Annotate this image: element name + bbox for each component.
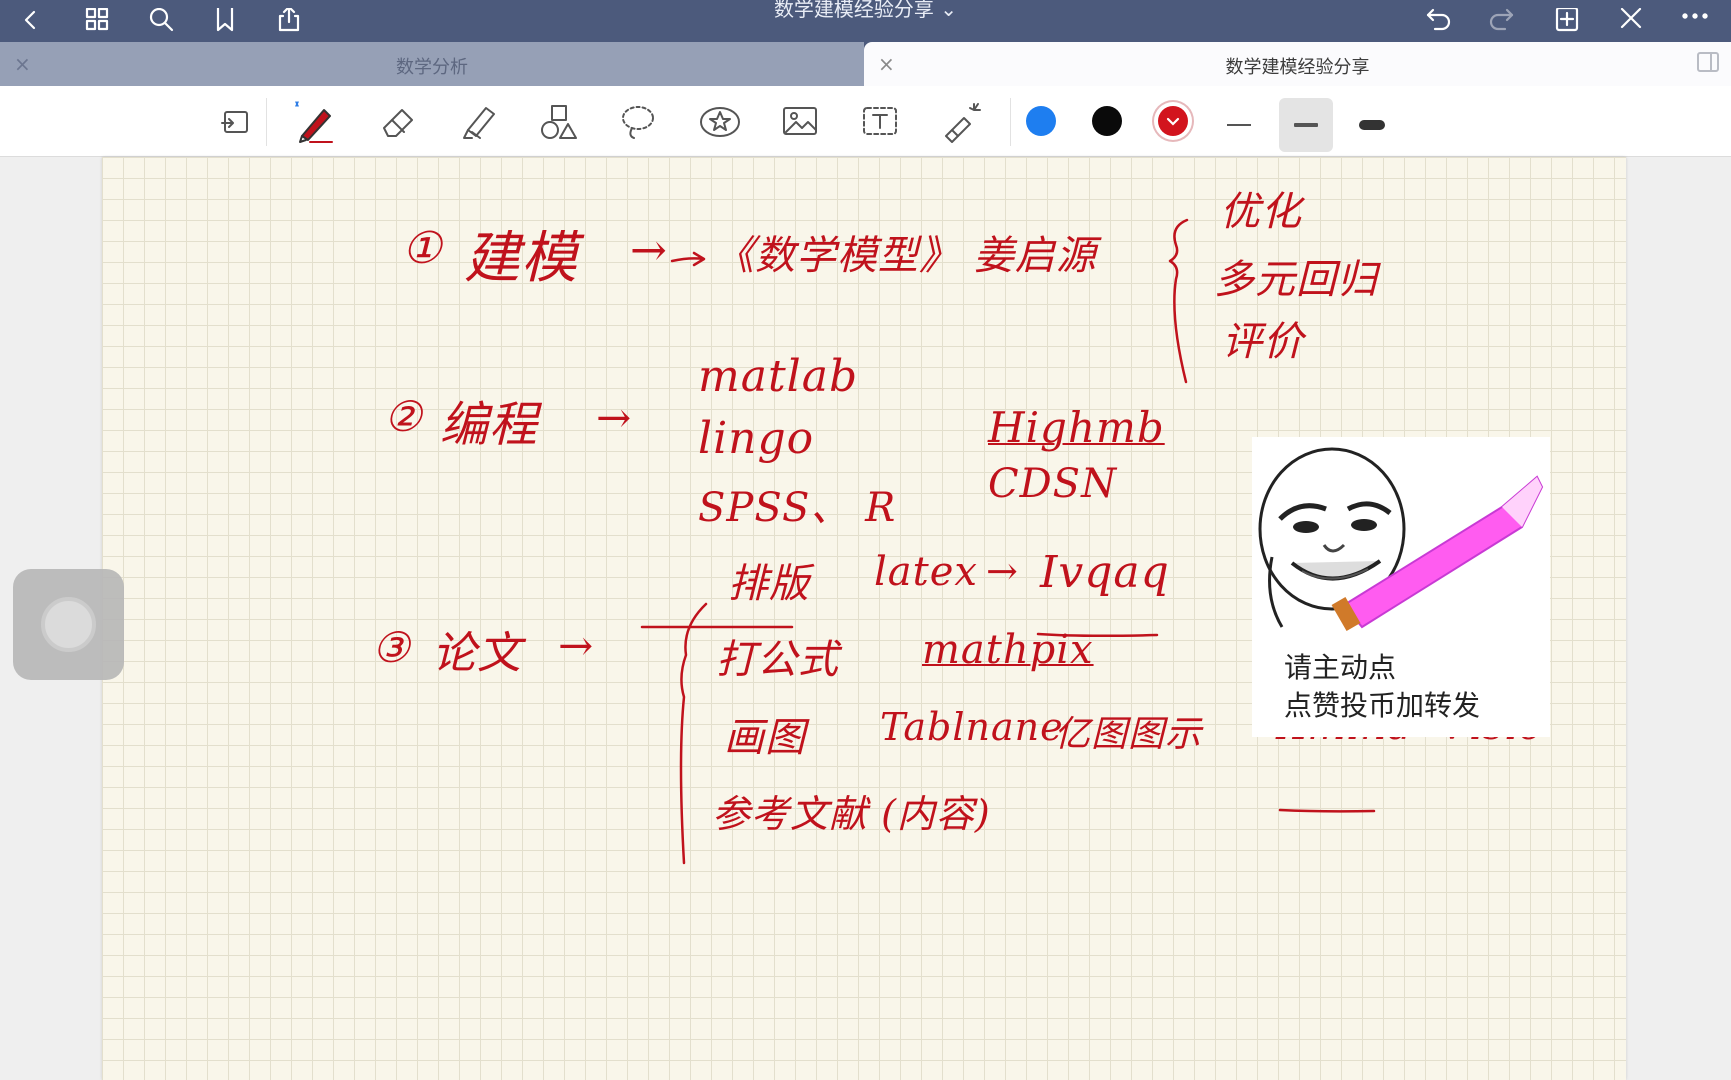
- note-tool-item: matlab: [698, 351, 859, 402]
- note-references: 参考文献 (内容): [712, 792, 991, 836]
- meme-face-with-sword-icon: [1258, 447, 1544, 631]
- note-line1-word: 建模: [464, 226, 578, 291]
- note-typeset-tool: latex: [874, 549, 978, 595]
- document-title[interactable]: 数学建模经验分享 ⌄: [0, 0, 1731, 20]
- pen-tool-icon[interactable]: [292, 100, 336, 144]
- medium-line-icon: [1294, 123, 1318, 127]
- drawing-toolbar: [0, 86, 1731, 157]
- undo-icon[interactable]: [1422, 4, 1456, 38]
- highlighter-tool-icon[interactable]: [456, 100, 500, 144]
- note-typeset-label: 排版: [728, 561, 810, 607]
- toolbar-divider: [1010, 98, 1011, 146]
- stroke-medium[interactable]: [1279, 98, 1333, 152]
- text-tool-icon[interactable]: [858, 100, 902, 144]
- image-tool-icon[interactable]: [778, 100, 822, 144]
- note-line1-arrow: →: [630, 225, 668, 276]
- tab-label: 数学分析: [396, 57, 468, 78]
- tab-math-modeling[interactable]: × 数学建模经验分享: [864, 42, 1731, 86]
- note-list1-item: 优化: [1220, 189, 1302, 235]
- note-typeset-target: Ivqaq: [1040, 547, 1170, 598]
- assistive-touch-button[interactable]: [13, 569, 124, 680]
- note-line3-word: 论文: [432, 628, 522, 679]
- tab-bar: × 数学分析 × 数学建模经验分享: [0, 42, 1731, 86]
- note-list1-item: 多元回归: [1214, 257, 1378, 303]
- note-line2-arrow: →: [596, 393, 633, 442]
- shapes-tool-icon[interactable]: [536, 100, 580, 144]
- sticker-caption-line1: 请主动点: [1284, 651, 1397, 684]
- note-line1-number: ①: [402, 223, 443, 274]
- note-draw-label: 画图: [724, 715, 806, 761]
- color-swatch-black[interactable]: [1092, 106, 1122, 136]
- sticker-image[interactable]: 请主动点 点赞投币加转发: [1252, 437, 1550, 737]
- assistive-touch-icon: [41, 597, 96, 652]
- split-view-icon[interactable]: [1697, 52, 1719, 72]
- toolbar-divider: [266, 98, 267, 146]
- close-edit-icon[interactable]: [1614, 4, 1648, 38]
- note-line2-word: 编程: [440, 397, 539, 453]
- note-tool-item: SPSS、 R: [698, 485, 897, 531]
- redo-icon[interactable]: [1484, 4, 1518, 38]
- stroke-thick[interactable]: [1345, 98, 1399, 152]
- laser-pointer-icon[interactable]: [940, 100, 984, 144]
- note-tool-item: lingo: [698, 413, 815, 464]
- sticker-tool-icon[interactable]: [698, 100, 742, 144]
- note-line3-number: ③: [372, 623, 411, 672]
- note-line3-arrow: →: [558, 621, 595, 670]
- note-site-item: Highmb: [988, 403, 1165, 452]
- note-draw-tool: Tablnane: [880, 705, 1064, 749]
- note-line2-number: ②: [384, 392, 423, 441]
- note-draw-tool: 亿图图示: [1054, 714, 1203, 755]
- lasso-tool-icon[interactable]: [616, 100, 660, 144]
- sticker-caption-line2: 点赞投币加转发: [1284, 689, 1481, 722]
- note-line1-source: 《数学模型》 姜启源: [714, 233, 1097, 279]
- chevron-down-icon: [1166, 117, 1180, 126]
- color-swatch-blue[interactable]: [1026, 106, 1056, 136]
- thick-line-icon: [1359, 120, 1385, 130]
- stroke-thin[interactable]: [1212, 98, 1266, 152]
- note-site-item: CDSN: [988, 461, 1118, 507]
- note-formula-label: 打公式: [716, 637, 839, 683]
- title-bar: 数学建模经验分享 ⌄: [0, 0, 1731, 42]
- color-swatch-red[interactable]: [1158, 106, 1188, 136]
- page-layout-icon[interactable]: [214, 100, 258, 144]
- note-formula-tool: mathpix: [922, 627, 1094, 673]
- eraser-tool-icon[interactable]: [376, 100, 420, 144]
- tab-math-analysis[interactable]: × 数学分析: [0, 42, 864, 86]
- note-typeset-arrow: →: [986, 549, 1019, 593]
- thin-line-icon: [1227, 124, 1251, 126]
- add-page-icon[interactable]: [1550, 4, 1584, 38]
- more-icon[interactable]: [1678, 4, 1712, 38]
- note-list1-item: 评价: [1222, 319, 1304, 365]
- tab-label: 数学建模经验分享: [1225, 57, 1370, 78]
